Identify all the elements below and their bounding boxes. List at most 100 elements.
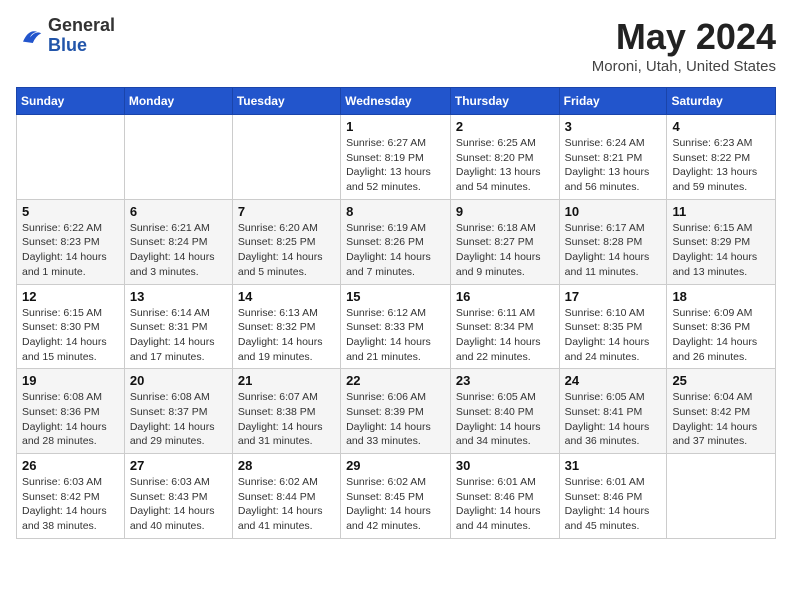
calendar-day-cell: 13 Sunrise: 6:14 AMSunset: 8:31 PMDayligh… bbox=[124, 284, 232, 369]
day-number: 6 bbox=[130, 204, 227, 219]
day-info: Sunrise: 6:05 AMSunset: 8:40 PMDaylight:… bbox=[456, 390, 554, 449]
day-info: Sunrise: 6:03 AMSunset: 8:42 PMDaylight:… bbox=[22, 475, 119, 534]
day-number: 5 bbox=[22, 204, 119, 219]
day-info: Sunrise: 6:09 AMSunset: 8:36 PMDaylight:… bbox=[672, 306, 770, 365]
day-number: 22 bbox=[346, 373, 445, 388]
day-info: Sunrise: 6:25 AMSunset: 8:20 PMDaylight:… bbox=[456, 136, 554, 195]
day-info: Sunrise: 6:12 AMSunset: 8:33 PMDaylight:… bbox=[346, 306, 445, 365]
day-number: 1 bbox=[346, 119, 445, 134]
day-number: 31 bbox=[565, 458, 662, 473]
calendar-day-cell: 14 Sunrise: 6:13 AMSunset: 8:32 PMDayligh… bbox=[232, 284, 340, 369]
day-info: Sunrise: 6:01 AMSunset: 8:46 PMDaylight:… bbox=[456, 475, 554, 534]
day-number: 27 bbox=[130, 458, 227, 473]
calendar-day-cell: 22 Sunrise: 6:06 AMSunset: 8:39 PMDayligh… bbox=[341, 369, 451, 454]
day-info: Sunrise: 6:02 AMSunset: 8:44 PMDaylight:… bbox=[238, 475, 335, 534]
day-info: Sunrise: 6:20 AMSunset: 8:25 PMDaylight:… bbox=[238, 221, 335, 280]
day-number: 10 bbox=[565, 204, 662, 219]
day-info: Sunrise: 6:11 AMSunset: 8:34 PMDaylight:… bbox=[456, 306, 554, 365]
day-number: 26 bbox=[22, 458, 119, 473]
day-info: Sunrise: 6:22 AMSunset: 8:23 PMDaylight:… bbox=[22, 221, 119, 280]
calendar-table: SundayMondayTuesdayWednesdayThursdayFrid… bbox=[16, 87, 776, 539]
calendar-day-cell: 15 Sunrise: 6:12 AMSunset: 8:33 PMDayligh… bbox=[341, 284, 451, 369]
day-number: 16 bbox=[456, 289, 554, 304]
calendar-body: 1 Sunrise: 6:27 AMSunset: 8:19 PMDaylight… bbox=[17, 115, 776, 539]
weekday-header-saturday: Saturday bbox=[667, 88, 776, 115]
day-number: 21 bbox=[238, 373, 335, 388]
day-number: 30 bbox=[456, 458, 554, 473]
day-number: 14 bbox=[238, 289, 335, 304]
calendar-day-cell: 31 Sunrise: 6:01 AMSunset: 8:46 PMDayligh… bbox=[559, 454, 667, 539]
day-info: Sunrise: 6:01 AMSunset: 8:46 PMDaylight:… bbox=[565, 475, 662, 534]
calendar-day-cell: 9Sunrise: 6:18 AMSunset: 8:27 PMDaylight… bbox=[450, 199, 559, 284]
day-number: 23 bbox=[456, 373, 554, 388]
day-info: Sunrise: 6:23 AMSunset: 8:22 PMDaylight:… bbox=[672, 136, 770, 195]
location-subtitle: Moroni, Utah, United States bbox=[592, 58, 776, 75]
calendar-day-cell: 10 Sunrise: 6:17 AMSunset: 8:28 PMDayligh… bbox=[559, 199, 667, 284]
day-info: Sunrise: 6:21 AMSunset: 8:24 PMDaylight:… bbox=[130, 221, 227, 280]
calendar-day-cell: 28Sunrise: 6:02 AMSunset: 8:44 PMDayligh… bbox=[232, 454, 340, 539]
day-number: 3 bbox=[565, 119, 662, 134]
calendar-day-cell: 19Sunrise: 6:08 AMSunset: 8:36 PMDayligh… bbox=[17, 369, 125, 454]
day-info: Sunrise: 6:06 AMSunset: 8:39 PMDaylight:… bbox=[346, 390, 445, 449]
calendar-week-3: 12 Sunrise: 6:15 AMSunset: 8:30 PMDayligh… bbox=[17, 284, 776, 369]
calendar-day-cell: 6 Sunrise: 6:21 AMSunset: 8:24 PMDaylight… bbox=[124, 199, 232, 284]
day-info: Sunrise: 6:05 AMSunset: 8:41 PMDaylight:… bbox=[565, 390, 662, 449]
title-block: May 2024 Moroni, Utah, United States bbox=[592, 16, 776, 75]
calendar-header: SundayMondayTuesdayWednesdayThursdayFrid… bbox=[17, 88, 776, 115]
weekday-header-wednesday: Wednesday bbox=[341, 88, 451, 115]
calendar-week-5: 26 Sunrise: 6:03 AMSunset: 8:42 PMDayligh… bbox=[17, 454, 776, 539]
calendar-day-cell: 23 Sunrise: 6:05 AMSunset: 8:40 PMDayligh… bbox=[450, 369, 559, 454]
day-number: 11 bbox=[672, 204, 770, 219]
day-number: 18 bbox=[672, 289, 770, 304]
day-info: Sunrise: 6:17 AMSunset: 8:28 PMDaylight:… bbox=[565, 221, 662, 280]
calendar-day-cell: 12 Sunrise: 6:15 AMSunset: 8:30 PMDayligh… bbox=[17, 284, 125, 369]
day-info: Sunrise: 6:15 AMSunset: 8:29 PMDaylight:… bbox=[672, 221, 770, 280]
weekday-header-thursday: Thursday bbox=[450, 88, 559, 115]
day-number: 8 bbox=[346, 204, 445, 219]
day-info: Sunrise: 6:04 AMSunset: 8:42 PMDaylight:… bbox=[672, 390, 770, 449]
calendar-day-cell: 29Sunrise: 6:02 AMSunset: 8:45 PMDayligh… bbox=[341, 454, 451, 539]
page-header: General Blue May 2024 Moroni, Utah, Unit… bbox=[16, 16, 776, 75]
day-info: Sunrise: 6:13 AMSunset: 8:32 PMDaylight:… bbox=[238, 306, 335, 365]
calendar-day-cell: 18 Sunrise: 6:09 AMSunset: 8:36 PMDayligh… bbox=[667, 284, 776, 369]
day-info: Sunrise: 6:08 AMSunset: 8:37 PMDaylight:… bbox=[130, 390, 227, 449]
day-info: Sunrise: 6:24 AMSunset: 8:21 PMDaylight:… bbox=[565, 136, 662, 195]
calendar-day-cell: 20Sunrise: 6:08 AMSunset: 8:37 PMDayligh… bbox=[124, 369, 232, 454]
calendar-day-cell: 26 Sunrise: 6:03 AMSunset: 8:42 PMDayligh… bbox=[17, 454, 125, 539]
logo-bird-icon bbox=[16, 22, 44, 50]
day-number: 4 bbox=[672, 119, 770, 134]
day-info: Sunrise: 6:19 AMSunset: 8:26 PMDaylight:… bbox=[346, 221, 445, 280]
calendar-day-cell bbox=[17, 115, 125, 200]
day-number: 12 bbox=[22, 289, 119, 304]
day-number: 2 bbox=[456, 119, 554, 134]
calendar-day-cell: 8 Sunrise: 6:19 AMSunset: 8:26 PMDaylight… bbox=[341, 199, 451, 284]
calendar-day-cell: 11 Sunrise: 6:15 AMSunset: 8:29 PMDayligh… bbox=[667, 199, 776, 284]
logo-text: General Blue bbox=[48, 16, 115, 56]
day-info: Sunrise: 6:07 AMSunset: 8:38 PMDaylight:… bbox=[238, 390, 335, 449]
calendar-day-cell: 17 Sunrise: 6:10 AMSunset: 8:35 PMDayligh… bbox=[559, 284, 667, 369]
day-number: 15 bbox=[346, 289, 445, 304]
calendar-day-cell: 16 Sunrise: 6:11 AMSunset: 8:34 PMDayligh… bbox=[450, 284, 559, 369]
logo: General Blue bbox=[16, 16, 115, 56]
day-number: 17 bbox=[565, 289, 662, 304]
calendar-day-cell: 27 Sunrise: 6:03 AMSunset: 8:43 PMDayligh… bbox=[124, 454, 232, 539]
weekday-header-monday: Monday bbox=[124, 88, 232, 115]
calendar-day-cell: 25Sunrise: 6:04 AMSunset: 8:42 PMDayligh… bbox=[667, 369, 776, 454]
day-info: Sunrise: 6:14 AMSunset: 8:31 PMDaylight:… bbox=[130, 306, 227, 365]
day-number: 13 bbox=[130, 289, 227, 304]
day-number: 7 bbox=[238, 204, 335, 219]
calendar-day-cell: 4 Sunrise: 6:23 AMSunset: 8:22 PMDaylight… bbox=[667, 115, 776, 200]
calendar-week-4: 19Sunrise: 6:08 AMSunset: 8:36 PMDayligh… bbox=[17, 369, 776, 454]
calendar-day-cell: 5 Sunrise: 6:22 AMSunset: 8:23 PMDaylight… bbox=[17, 199, 125, 284]
weekday-header-row: SundayMondayTuesdayWednesdayThursdayFrid… bbox=[17, 88, 776, 115]
calendar-day-cell: 30 Sunrise: 6:01 AMSunset: 8:46 PMDayligh… bbox=[450, 454, 559, 539]
day-info: Sunrise: 6:15 AMSunset: 8:30 PMDaylight:… bbox=[22, 306, 119, 365]
weekday-header-friday: Friday bbox=[559, 88, 667, 115]
day-info: Sunrise: 6:02 AMSunset: 8:45 PMDaylight:… bbox=[346, 475, 445, 534]
day-number: 9 bbox=[456, 204, 554, 219]
day-info: Sunrise: 6:03 AMSunset: 8:43 PMDaylight:… bbox=[130, 475, 227, 534]
day-info: Sunrise: 6:27 AMSunset: 8:19 PMDaylight:… bbox=[346, 136, 445, 195]
day-info: Sunrise: 6:10 AMSunset: 8:35 PMDaylight:… bbox=[565, 306, 662, 365]
calendar-day-cell: 24Sunrise: 6:05 AMSunset: 8:41 PMDayligh… bbox=[559, 369, 667, 454]
weekday-header-tuesday: Tuesday bbox=[232, 88, 340, 115]
